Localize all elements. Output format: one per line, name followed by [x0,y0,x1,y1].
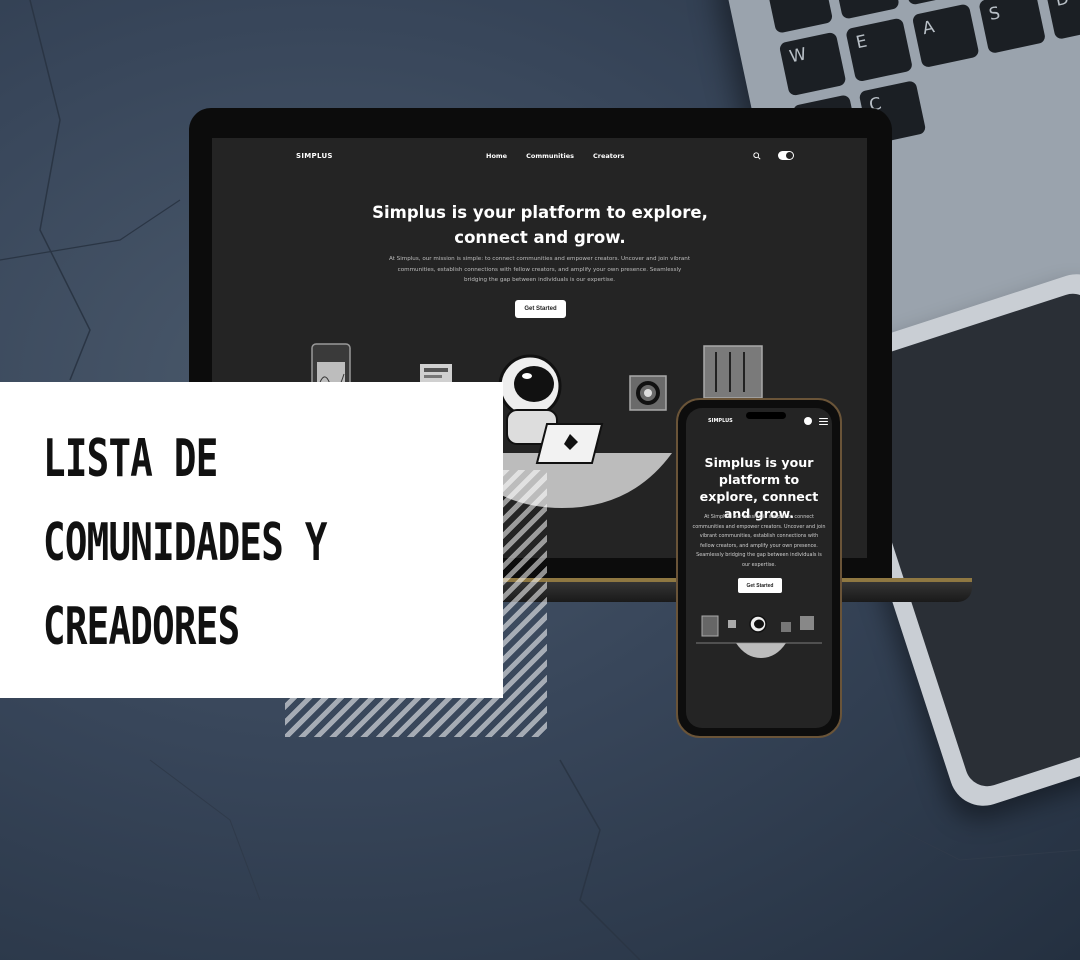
keyboard-key: E [845,17,914,83]
nav-communities[interactable]: Communities [526,152,574,160]
rocket-icon [535,423,604,464]
title-card: LISTA DE COMUNIDADES Y CREADORES [0,382,503,698]
brand-logo[interactable]: SIMPLUS [296,152,333,160]
get-started-button[interactable]: Get Started [515,300,566,318]
theme-toggle-icon[interactable] [778,151,794,160]
phone-mockup: SIMPLUS Simplus is your platform to expl… [676,398,842,738]
overlay-title-line-1: LISTA DE [43,429,218,489]
phone-notch [746,412,786,419]
keyboard-key: S [978,0,1047,55]
mobile-site-screen: SIMPLUS Simplus is your platform to expl… [686,408,832,728]
mobile-hero-illustration [696,615,822,658]
keyboard-key: esc [765,0,834,34]
nav-creators[interactable]: Creators [593,152,624,160]
mobile-get-started-button[interactable]: Get Started [738,578,782,593]
theme-toggle-icon[interactable] [804,417,812,425]
search-icon[interactable] [753,152,761,160]
mobile-hero-description: At Simplus, our mission is simple: to co… [692,514,826,568]
hero-description: At Simplus, our mission is simple: to co… [388,256,691,283]
overlay-title-line-3: CREADORES [43,597,240,657]
hamburger-menu-icon[interactable] [819,418,828,425]
mobile-hero-title: Simplus is your platform to explore, con… [699,455,819,521]
gauge-widget-illustration [629,375,667,411]
keyboard-key: A [911,3,980,69]
nav-links: Home Communities Creators [486,152,624,160]
overlay-title-line-2: COMUNIDADES Y [43,513,327,573]
nav-home[interactable]: Home [486,152,507,160]
keyboard-key: D [1044,0,1080,40]
overlay-title: LISTA DE COMUNIDADES Y CREADORES [43,417,360,669]
mobile-brand-logo[interactable]: SIMPLUS [708,418,733,424]
hero-title: Simplus is your platform to explore, con… [372,203,708,247]
slider-widget-illustration [703,345,763,399]
desktop-navbar: SIMPLUS Home Communities Creators [212,138,867,178]
keyboard-key: W [778,31,847,97]
keyboard-key: ~ [831,0,900,20]
